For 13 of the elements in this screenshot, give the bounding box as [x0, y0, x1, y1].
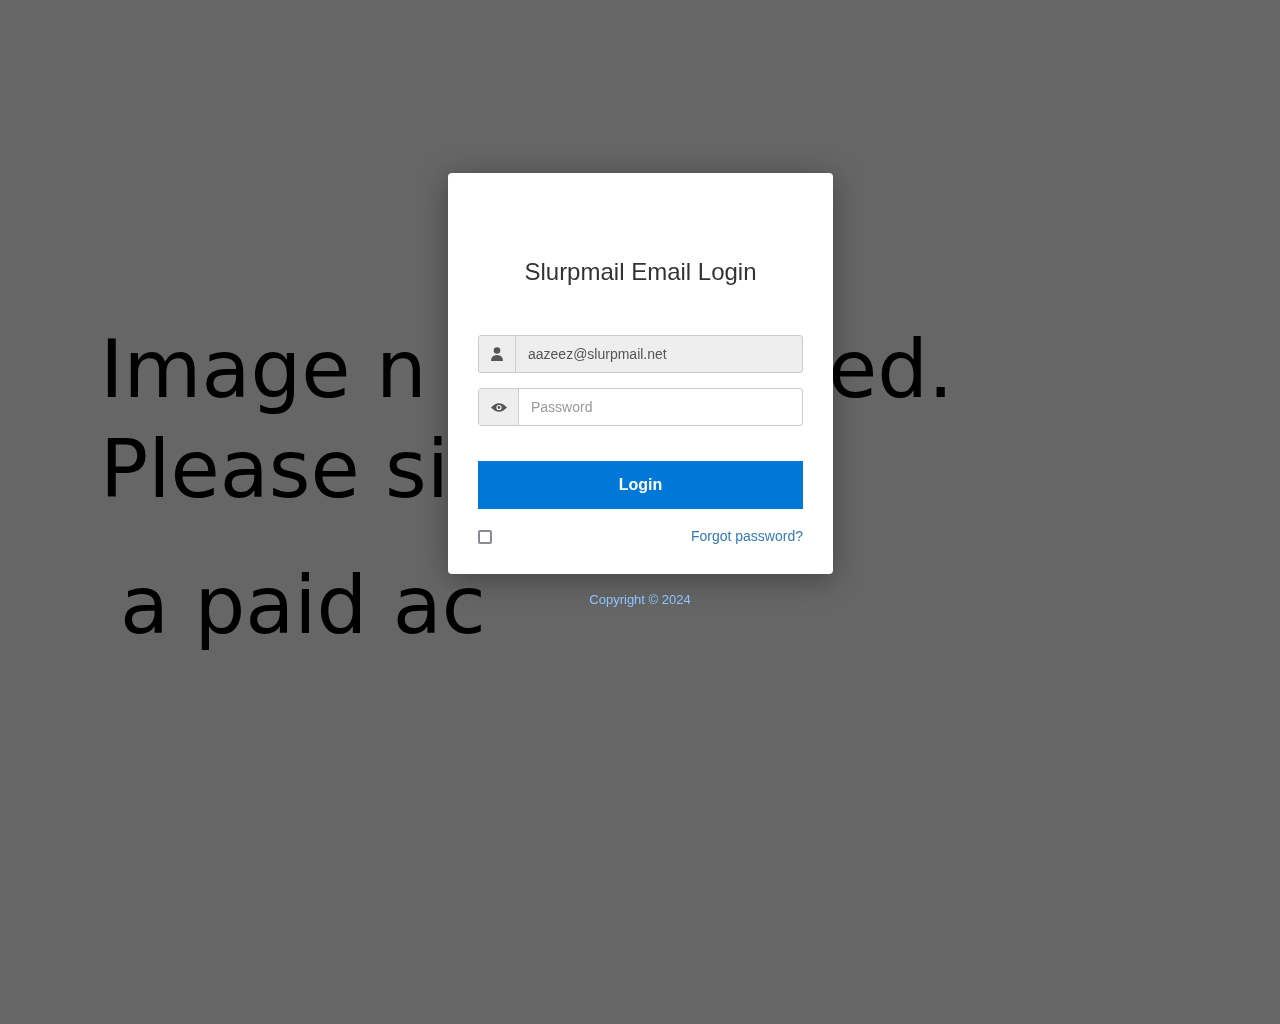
image-placeholder-text: ed. — [828, 330, 954, 410]
password-field[interactable]: Password — [478, 388, 803, 426]
image-placeholder-text: Please si — [100, 430, 449, 510]
login-title: Slurpmail Email Login — [523, 257, 758, 287]
login-button[interactable]: Login — [478, 461, 803, 509]
remember-checkbox[interactable] — [478, 529, 492, 544]
user-icon — [491, 347, 503, 361]
eye-icon — [490, 401, 507, 413]
copyright-text: Copyright © 2024 — [588, 591, 692, 609]
email-input[interactable]: aazeez@slurpmail.net — [516, 336, 802, 372]
password-input[interactable]: Password — [519, 389, 802, 425]
email-field[interactable]: aazeez@slurpmail.net — [478, 335, 803, 373]
forgot-password-link[interactable]: Forgot password? — [690, 526, 803, 547]
